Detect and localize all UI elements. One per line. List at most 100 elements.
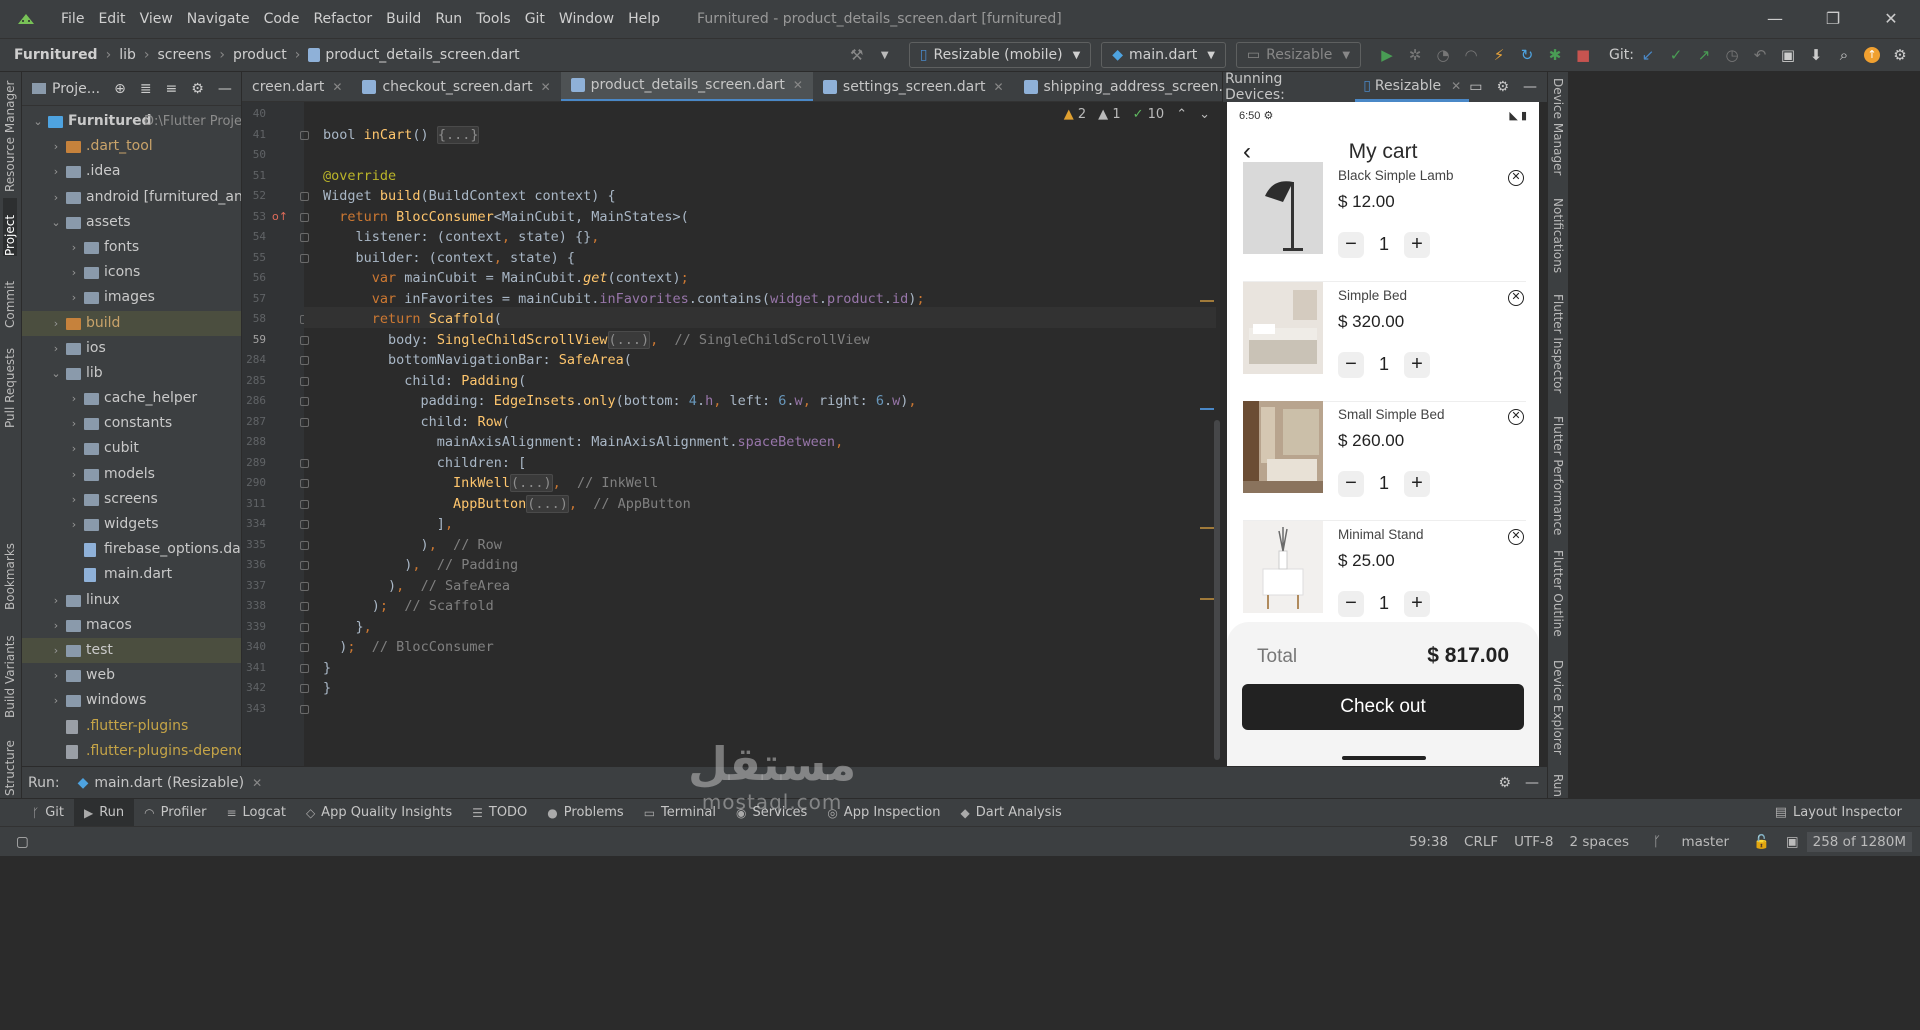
fold-marker-icon[interactable] bbox=[300, 130, 309, 140]
menu-tools[interactable]: Tools bbox=[469, 11, 518, 27]
override-marker-icon[interactable]: o↑ bbox=[272, 210, 288, 223]
tool-tab-git[interactable]: ᚴ Git bbox=[22, 799, 74, 827]
tree-item[interactable]: › macos bbox=[22, 613, 241, 638]
editor-tab[interactable]: creen.dart ✕ bbox=[242, 72, 352, 101]
tree-item[interactable]: › ios bbox=[22, 336, 241, 361]
tree-item[interactable]: ⌄ lib bbox=[22, 361, 241, 386]
lock-icon[interactable]: 🔓 bbox=[1745, 834, 1778, 850]
remove-item-icon[interactable]: ✕ bbox=[1508, 170, 1524, 186]
close-tab-icon[interactable]: ✕ bbox=[541, 80, 551, 94]
memory-indicator[interactable]: 258 of 1280M bbox=[1806, 831, 1912, 852]
tool-tab-dart-analysis[interactable]: ◆ Dart Analysis bbox=[950, 799, 1071, 827]
structure-tab[interactable]: Structure bbox=[3, 726, 17, 796]
chevron-right-icon[interactable]: › bbox=[68, 411, 80, 436]
close-icon[interactable]: ✕ bbox=[252, 776, 262, 790]
fold-marker-icon[interactable] bbox=[300, 581, 309, 591]
tree-item[interactable]: ⌄ FurnituredD:\Flutter Projects\F bbox=[22, 109, 241, 134]
hide-icon[interactable]: — bbox=[218, 81, 232, 97]
layout-icon[interactable]: ▢ bbox=[8, 834, 37, 850]
decrease-quantity-button[interactable]: − bbox=[1338, 232, 1364, 258]
increase-quantity-button[interactable]: + bbox=[1404, 590, 1430, 617]
search-icon[interactable]: ⌕ bbox=[1830, 41, 1858, 69]
device-selector[interactable]: ▯ Resizable (mobile) ▼ bbox=[908, 42, 1092, 68]
tree-item[interactable]: › web bbox=[22, 663, 241, 688]
gear-icon[interactable]: ⚙ bbox=[1496, 79, 1509, 95]
chevron-right-icon[interactable]: › bbox=[50, 663, 62, 688]
tool-tab-todo[interactable]: ☰ TODO bbox=[462, 799, 537, 827]
cart-item[interactable]: Black Simple Lamb $ 12.00 ✕ −1 + bbox=[1243, 162, 1526, 282]
breadcrumb-project[interactable]: Furnitured bbox=[14, 47, 98, 63]
chevron-right-icon[interactable]: › bbox=[50, 613, 62, 638]
tool-tab-run[interactable]: ▶ Run bbox=[74, 798, 135, 827]
editor-tab[interactable]: checkout_screen.dart ✕ bbox=[352, 72, 560, 101]
settings-icon[interactable]: ⚙ bbox=[1886, 41, 1914, 69]
flutter-outline-tab[interactable]: Flutter Outline bbox=[1551, 550, 1565, 637]
close-tab-icon[interactable]: ✕ bbox=[332, 80, 342, 94]
git-commit-icon[interactable]: ✓ bbox=[1662, 41, 1690, 69]
menu-build[interactable]: Build bbox=[379, 11, 428, 27]
locate-icon[interactable]: ⊕ bbox=[114, 81, 126, 97]
fold-marker-icon[interactable] bbox=[300, 356, 309, 365]
tree-item[interactable]: .flutter-plugins-dependencies bbox=[22, 739, 241, 764]
editor-tab[interactable]: shipping_address_screen.dart✕ bbox=[1014, 72, 1222, 101]
fold-marker-icon[interactable] bbox=[300, 335, 309, 345]
chevron-right-icon[interactable]: › bbox=[68, 260, 80, 285]
bed-image[interactable] bbox=[1243, 281, 1323, 374]
tree-item[interactable]: .flutter-plugins bbox=[22, 714, 241, 739]
fold-marker-icon[interactable] bbox=[300, 397, 309, 406]
chevron-down-icon[interactable]: ⌄ bbox=[1199, 107, 1210, 122]
hide-icon[interactable]: — bbox=[1525, 775, 1539, 791]
commit-tab[interactable]: Commit bbox=[3, 268, 17, 328]
collapse-all-icon[interactable]: ≡ bbox=[166, 81, 178, 97]
project-tab[interactable]: Project bbox=[3, 198, 17, 256]
window-options-icon[interactable]: ▭ bbox=[1469, 79, 1482, 95]
chevron-right-icon[interactable]: › bbox=[68, 462, 80, 487]
tree-item[interactable]: › .dart_tool bbox=[22, 134, 241, 159]
build-variants-tab[interactable]: Build Variants bbox=[3, 618, 17, 718]
home-indicator[interactable] bbox=[1342, 756, 1426, 760]
sdk-manager-icon[interactable]: ⬇ bbox=[1802, 41, 1830, 69]
minimize-icon[interactable]: — bbox=[1746, 0, 1804, 38]
cart-item[interactable]: Small Simple Bed $ 260.00 ✕ −1 + bbox=[1243, 401, 1526, 521]
tree-item[interactable]: › android [furnitured_android] bbox=[22, 185, 241, 210]
device-manager-tab[interactable]: Device Manager bbox=[1551, 78, 1565, 175]
chevron-up-icon[interactable]: ⌃ bbox=[1176, 107, 1187, 122]
menu-window[interactable]: Window bbox=[552, 11, 621, 27]
chevron-right-icon[interactable]: › bbox=[50, 638, 62, 663]
chevron-right-icon[interactable]: › bbox=[68, 436, 80, 461]
tree-item[interactable]: › icons bbox=[22, 260, 241, 285]
profile-icon[interactable]: ◠ bbox=[1457, 41, 1485, 69]
lamp-image[interactable] bbox=[1243, 162, 1323, 254]
fold-marker-icon[interactable] bbox=[300, 663, 309, 673]
phone-screen[interactable]: 6:50 ⚙ ◣ ▮ ‹ My cart Black Simple Lamb $ … bbox=[1227, 102, 1539, 766]
breadcrumb-lib[interactable]: lib bbox=[119, 47, 136, 63]
fold-marker-icon[interactable] bbox=[300, 233, 309, 242]
fold-marker-icon[interactable] bbox=[300, 212, 309, 222]
breadcrumb-screens[interactable]: screens bbox=[157, 47, 211, 63]
chevron-right-icon[interactable]: › bbox=[68, 285, 80, 310]
menu-run[interactable]: Run bbox=[428, 11, 469, 27]
indent-setting[interactable]: 2 spaces bbox=[1562, 834, 1638, 850]
tree-item[interactable]: main.dart bbox=[22, 562, 241, 587]
flutter-performance-tab[interactable]: Flutter Performance bbox=[1551, 416, 1565, 535]
code-editor[interactable]: 40 41 50 51 52 53 54 55 56 57 58 59 284 285 286 287 288 2… bbox=[242, 102, 1222, 766]
breadcrumb-product[interactable]: product bbox=[233, 47, 287, 63]
editor-tab[interactable]: settings_screen.dart ✕ bbox=[813, 72, 1014, 101]
tree-item[interactable]: › images bbox=[22, 285, 241, 310]
line-separator[interactable]: CRLF bbox=[1456, 834, 1506, 850]
fold-marker-icon[interactable] bbox=[300, 684, 309, 693]
remove-item-icon[interactable]: ✕ bbox=[1508, 289, 1524, 306]
close-icon[interactable]: ✕ bbox=[1862, 0, 1920, 38]
run-config-selector[interactable]: ◆ main.dart ▼ bbox=[1101, 42, 1226, 68]
hot-reload-icon[interactable]: ⚡ bbox=[1485, 41, 1513, 69]
tree-item[interactable]: › cubit bbox=[22, 436, 241, 461]
stop-icon[interactable]: ■ bbox=[1569, 41, 1597, 69]
gear-icon[interactable]: ⚙ bbox=[1498, 775, 1511, 791]
chevron-right-icon[interactable]: › bbox=[50, 185, 62, 210]
chevron-down-icon[interactable]: ⌄ bbox=[50, 210, 62, 235]
fold-marker-icon[interactable] bbox=[300, 704, 309, 714]
fold-marker-icon[interactable] bbox=[300, 192, 309, 201]
tree-item[interactable]: › .idea bbox=[22, 159, 241, 184]
file-encoding[interactable]: UTF-8 bbox=[1506, 834, 1561, 850]
decrease-quantity-button[interactable]: − bbox=[1338, 590, 1364, 617]
